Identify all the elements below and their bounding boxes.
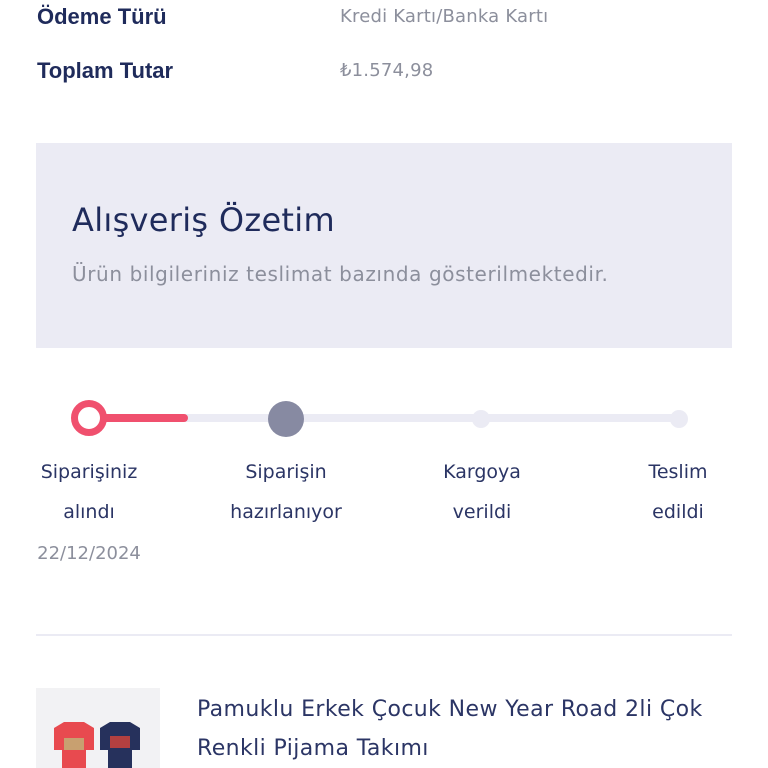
step-1-label: Siparişiniz alındı	[40, 461, 138, 523]
step-1-date: 22/12/2024	[37, 543, 141, 564]
payment-type-label: Ödeme Türü	[37, 4, 167, 29]
order-detail-page: Ödeme Türü Kredi Kartı/Banka Kartı Topla…	[0, 0, 768, 768]
progress-ring-icon	[71, 400, 107, 436]
summary-title: Alışveriş Özetim	[72, 201, 335, 239]
total-amount-value: ₺1.574,98	[340, 60, 434, 81]
progress-dot-small-icon	[472, 410, 490, 428]
shopping-summary-card: Alışveriş Özetim Ürün bilgileriniz tesli…	[36, 143, 732, 348]
total-amount-row: Toplam Tutar ₺1.574,98	[37, 58, 737, 98]
total-amount-label: Toplam Tutar	[37, 58, 174, 83]
payment-type-value: Kredi Kartı/Banka Kartı	[340, 6, 549, 27]
step-2-label: Siparişin hazırlanıyor	[230, 461, 342, 523]
pajama-thumbnail-image	[54, 722, 140, 768]
section-divider	[36, 634, 732, 636]
step-4-label: Teslim edildi	[648, 461, 708, 523]
progress-dot-icon	[268, 401, 304, 437]
product-title[interactable]: Pamuklu Erkek Çocuk New Year Road 2li Ço…	[197, 690, 717, 768]
step-3-label: Kargoya verildi	[443, 461, 521, 523]
summary-subtitle: Ürün bilgileriniz teslimat bazında göste…	[72, 262, 609, 286]
payment-type-row: Ödeme Türü Kredi Kartı/Banka Kartı	[37, 4, 737, 44]
progress-dot-small-icon	[670, 410, 688, 428]
product-thumbnail[interactable]	[36, 688, 160, 768]
